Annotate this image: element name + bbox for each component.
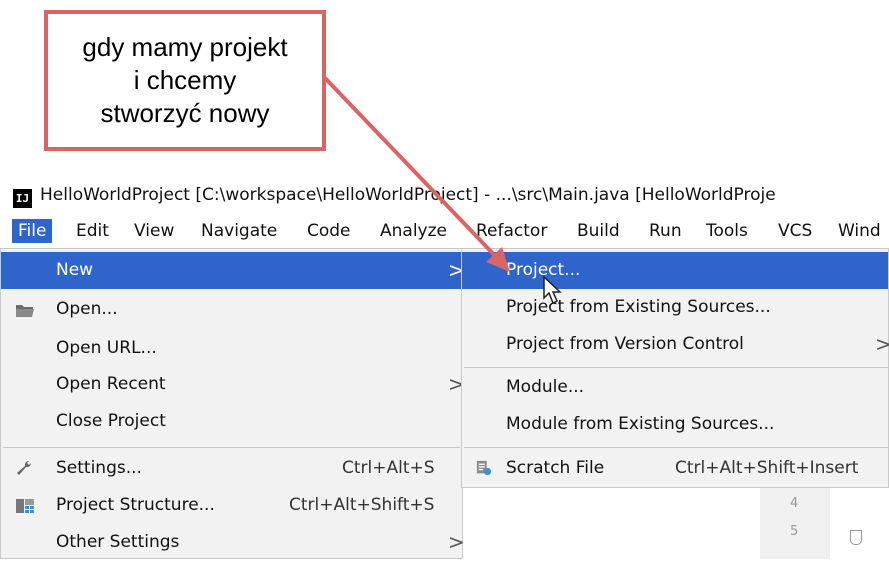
annotation-arrow bbox=[323, 76, 510, 272]
